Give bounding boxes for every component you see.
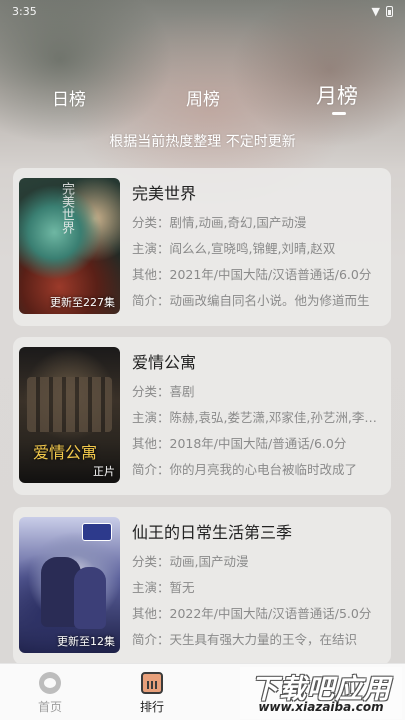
item-info: 仙王的日常生活第三季 分类：动画,国产动漫 主演：暂无 其他：2022年/中国大… [132, 519, 384, 647]
item-category: 分类：喜剧 [132, 384, 195, 399]
poster-title-text: 爱情公寓 [33, 443, 98, 462]
item-cast: 主演：陈赫,袁弘,娄艺潇,邓家佳,孙艺洲,李金铭 [132, 410, 384, 425]
list-item[interactable]: 更新至12集 仙王的日常生活第三季 分类：动画,国产动漫 主演：暂无 其他：20… [13, 507, 391, 665]
item-category: 分类：动画,国产动漫 [132, 554, 249, 569]
ranking-icon [141, 672, 163, 694]
poster-image[interactable]: 完美世界 更新至227集 [19, 178, 120, 314]
poster-figures [27, 377, 112, 432]
item-title: 完美世界 [132, 184, 197, 203]
episode-badge: 更新至227集 [50, 296, 115, 309]
item-info: 爱情公寓 分类：喜剧 主演：陈赫,袁弘,娄艺潇,邓家佳,孙艺洲,李金铭 其他：2… [132, 349, 384, 477]
item-title: 爱情公寓 [132, 353, 197, 372]
active-tab-indicator [332, 112, 346, 115]
status-time: 3:35 [12, 4, 37, 18]
item-title: 仙王的日常生活第三季 [132, 523, 293, 542]
nav-ranking-label: 排行 [139, 700, 164, 714]
status-bar: 3:35 ▼ [0, 0, 405, 22]
poster-logo [82, 523, 112, 541]
tab-daily[interactable]: 日榜 [52, 85, 86, 110]
item-info: 完美世界 分类：剧情,动画,奇幻,国产动漫 主演：阎么么,宣晓鸣,锦鲤,刘晴,赵… [132, 180, 384, 308]
item-category: 分类：剧情,动画,奇幻,国产动漫 [132, 215, 307, 230]
tab-weekly[interactable]: 周榜 [186, 85, 220, 110]
item-other: 其他：2018年/中国大陆/普通话/6.0分 [132, 436, 347, 451]
list-item[interactable]: 完美世界 更新至227集 完美世界 分类：剧情,动画,奇幻,国产动漫 主演：阎么… [13, 168, 391, 326]
ranking-subtitle: 根据当前热度整理 不定时更新 [109, 134, 296, 150]
episode-badge: 正片 [93, 465, 115, 478]
episode-badge: 更新至12集 [57, 635, 115, 648]
tab-monthly[interactable]: 月榜 [316, 80, 358, 110]
item-other: 其他：2022年/中国大陆/汉语普通话/5.0分 [132, 606, 372, 621]
item-summary: 简介：你的月亮我的心电台被临时改成了 [132, 462, 358, 477]
poster-title-text: 完美世界 [59, 182, 74, 234]
nav-home[interactable]: 首页 [20, 672, 80, 715]
nav-ranking[interactable]: 排行 [122, 672, 182, 715]
item-other: 其他：2021年/中国大陆/汉语普通话/6.0分 [132, 267, 372, 282]
poster-figure [74, 567, 106, 629]
list-item[interactable]: 爱情公寓 正片 爱情公寓 分类：喜剧 主演：陈赫,袁弘,娄艺潇,邓家佳,孙艺洲,… [13, 337, 391, 495]
item-cast: 主演：阎么么,宣晓鸣,锦鲤,刘晴,赵双 [132, 241, 336, 256]
item-summary: 简介：动画改编自同名小说。他为修道而生 [132, 293, 370, 308]
item-cast: 主演：暂无 [132, 580, 195, 595]
site-watermark: 下载吧应用 www.xiazaiba.com [240, 667, 402, 719]
watermark-url: www.xiazaiba.com [258, 700, 384, 714]
item-summary: 简介：天生具有强大力量的王令，在结识 [132, 632, 358, 647]
nav-home-label: 首页 [37, 700, 62, 714]
wifi-icon: ▼ [371, 4, 380, 18]
status-icons: ▼ [372, 5, 393, 18]
poster-image[interactable]: 爱情公寓 正片 [19, 347, 120, 483]
home-icon [39, 672, 61, 694]
battery-icon [386, 5, 393, 17]
poster-image[interactable]: 更新至12集 [19, 517, 120, 653]
